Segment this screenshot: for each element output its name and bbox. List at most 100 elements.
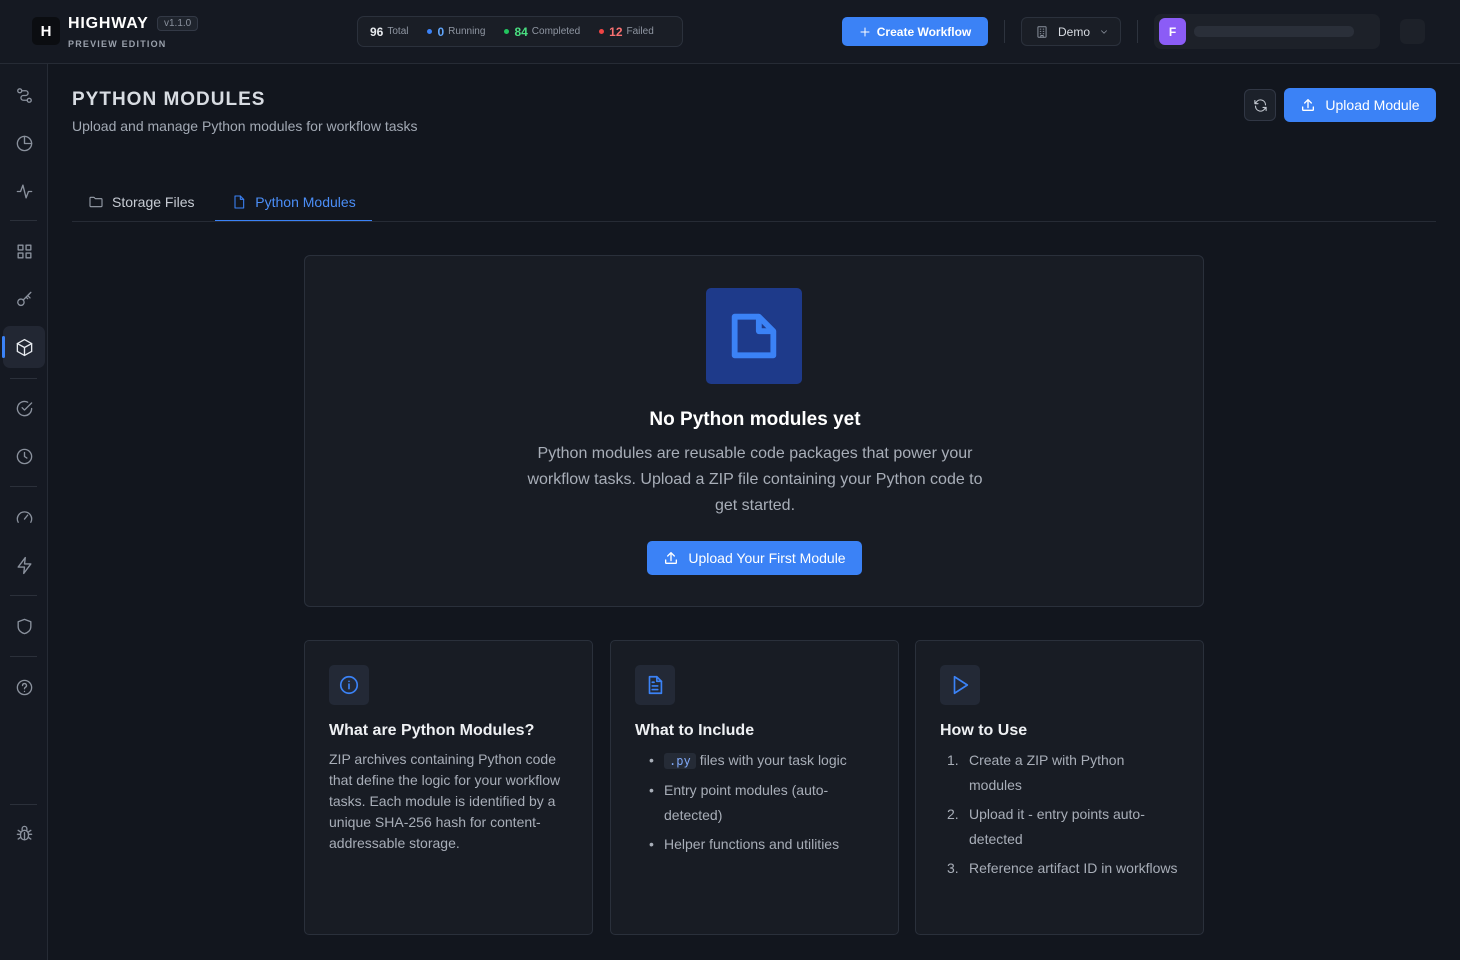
help-icon <box>16 679 32 695</box>
plus-icon <box>860 27 870 36</box>
list-item-text: Helper functions and utilities <box>664 836 840 852</box>
sidebar-item-tasks[interactable] <box>3 387 45 429</box>
empty-state-description: Python modules are reusable code package… <box>527 445 983 514</box>
empty-state-card: No Python modules yet Python modules are… <box>304 255 1204 607</box>
tab-storage-files-label: Storage Files <box>112 194 195 210</box>
empty-state-title: No Python modules yet <box>649 409 861 430</box>
edition-label: PREVIEW EDITION <box>68 39 167 49</box>
code-snippet: .py <box>664 753 696 769</box>
info-card-about: What are Python Modules? ZIP archives co… <box>304 640 593 935</box>
sidebar-divider <box>10 486 37 487</box>
play-icon-box <box>940 665 980 705</box>
list-item: Entry point modules (auto-detected) <box>635 778 874 828</box>
stat-total-count: 96 <box>370 24 384 39</box>
info-card-include: What to Include .pyfiles with your task … <box>610 640 899 935</box>
notifications-button[interactable] <box>1400 19 1425 44</box>
running-dot-icon <box>427 29 433 34</box>
completed-dot-icon <box>504 29 510 34</box>
file-icon <box>234 195 245 209</box>
sidebar-divider <box>10 595 37 596</box>
list-item-text: Reference artifact ID in workflows <box>969 860 1178 876</box>
sidebar-item-performance[interactable] <box>3 496 45 538</box>
sidebar-item-debug[interactable] <box>3 812 45 854</box>
stat-failed-count: 12 <box>609 24 623 39</box>
list-item: 3. Reference artifact ID in workflows <box>947 860 1178 876</box>
info-card-title: How to Use <box>940 722 1028 739</box>
file-icon <box>731 313 777 359</box>
failed-dot-icon <box>599 29 605 34</box>
page-subtitle: Upload and manage Python modules for wor… <box>72 118 418 134</box>
organization-select[interactable]: Demo <box>1021 17 1121 46</box>
refresh-button[interactable] <box>1244 89 1276 121</box>
workflow-stats: 96 Total 0 Running 84 Completed 12 Faile… <box>357 16 683 47</box>
list-item: Helper functions and utilities <box>635 832 874 857</box>
tab-python-modules-label: Python Modules <box>255 194 356 210</box>
stat-completed[interactable]: 84 Completed <box>504 25 580 39</box>
list-item-text: Upload it - entry points auto-detected <box>969 806 1145 847</box>
empty-state-icon-box <box>706 288 802 384</box>
upload-first-module-button[interactable]: Upload Your First Module <box>647 541 862 575</box>
upload-module-button[interactable]: Upload Module <box>1284 88 1436 122</box>
clock-icon <box>16 448 32 464</box>
activity-icon <box>16 183 32 199</box>
list-item: .pyfiles with your task logic <box>635 748 874 774</box>
stat-failed[interactable]: 12 Failed <box>599 25 654 39</box>
sidebar-item-history[interactable] <box>3 435 45 477</box>
sidebar-item-triggers[interactable] <box>3 544 45 586</box>
sidebar-item-secrets[interactable] <box>3 278 45 320</box>
sidebar-item-modules[interactable] <box>2 326 45 368</box>
toolbar-divider <box>1004 20 1005 43</box>
app-logo[interactable]: H <box>32 17 60 45</box>
play-icon <box>953 675 969 695</box>
gauge-icon <box>16 510 32 523</box>
toolbar-divider <box>1137 20 1138 43</box>
list-item-text: Create a ZIP with Python modules <box>969 752 1125 793</box>
folder-icon <box>89 196 103 208</box>
sidebar-item-activity[interactable] <box>3 170 45 212</box>
grid-icon <box>16 243 32 259</box>
sidebar-item-workflows[interactable] <box>3 74 45 116</box>
stat-running-count: 0 <box>437 24 445 39</box>
package-icon <box>16 338 32 356</box>
upload-icon <box>665 552 678 564</box>
list-item: 1. Create a ZIP with Python modules <box>947 752 1125 793</box>
pie-chart-icon <box>16 135 32 151</box>
top-bar: H HIGHWAY v1.1.0 PREVIEW EDITION 96 Tota… <box>0 0 1460 64</box>
check-circle-icon <box>16 400 32 416</box>
organization-name: Demo <box>1058 24 1091 39</box>
sidebar-divider <box>10 656 37 657</box>
list-item: 2. Upload it - entry points auto-detected <box>947 806 1145 847</box>
workflow-icon <box>16 87 32 103</box>
upload-icon <box>1302 99 1315 111</box>
stat-running[interactable]: 0 Running <box>427 25 485 39</box>
tab-storage-files[interactable]: Storage Files <box>88 186 194 222</box>
sidebar-item-security[interactable] <box>3 605 45 647</box>
stat-running-label: Running <box>448 26 486 37</box>
create-workflow-button[interactable]: Create Workflow <box>842 17 988 46</box>
sidebar <box>0 64 48 960</box>
version-badge: v1.1.0 <box>157 16 199 31</box>
tab-python-modules[interactable]: Python Modules <box>215 186 372 222</box>
document-icon-box <box>635 665 675 705</box>
refresh-icon <box>1253 98 1267 112</box>
stat-completed-count: 84 <box>514 24 528 39</box>
sidebar-divider <box>10 220 37 221</box>
building-icon <box>1037 25 1047 38</box>
sidebar-divider <box>10 378 37 379</box>
info-icon <box>339 675 359 695</box>
stat-total[interactable]: 96 Total <box>370 25 408 39</box>
sidebar-item-dashboard[interactable] <box>3 230 45 272</box>
avatar: F <box>1159 18 1186 45</box>
list-item-text: files with your task logic <box>699 752 847 768</box>
document-icon <box>648 675 663 695</box>
sidebar-item-help[interactable] <box>3 666 45 708</box>
app-name: HIGHWAY <box>68 15 149 32</box>
page-title: PYTHON MODULES <box>72 89 266 110</box>
include-list: .pyfiles with your task logic Entry poin… <box>635 748 874 857</box>
zap-icon <box>16 556 32 574</box>
tabs-divider <box>72 221 1436 222</box>
user-menu[interactable]: F <box>1154 14 1380 49</box>
create-workflow-label: Create Workflow <box>876 24 972 39</box>
sidebar-item-analytics[interactable] <box>3 122 45 164</box>
chevron-down-icon <box>1101 29 1107 34</box>
